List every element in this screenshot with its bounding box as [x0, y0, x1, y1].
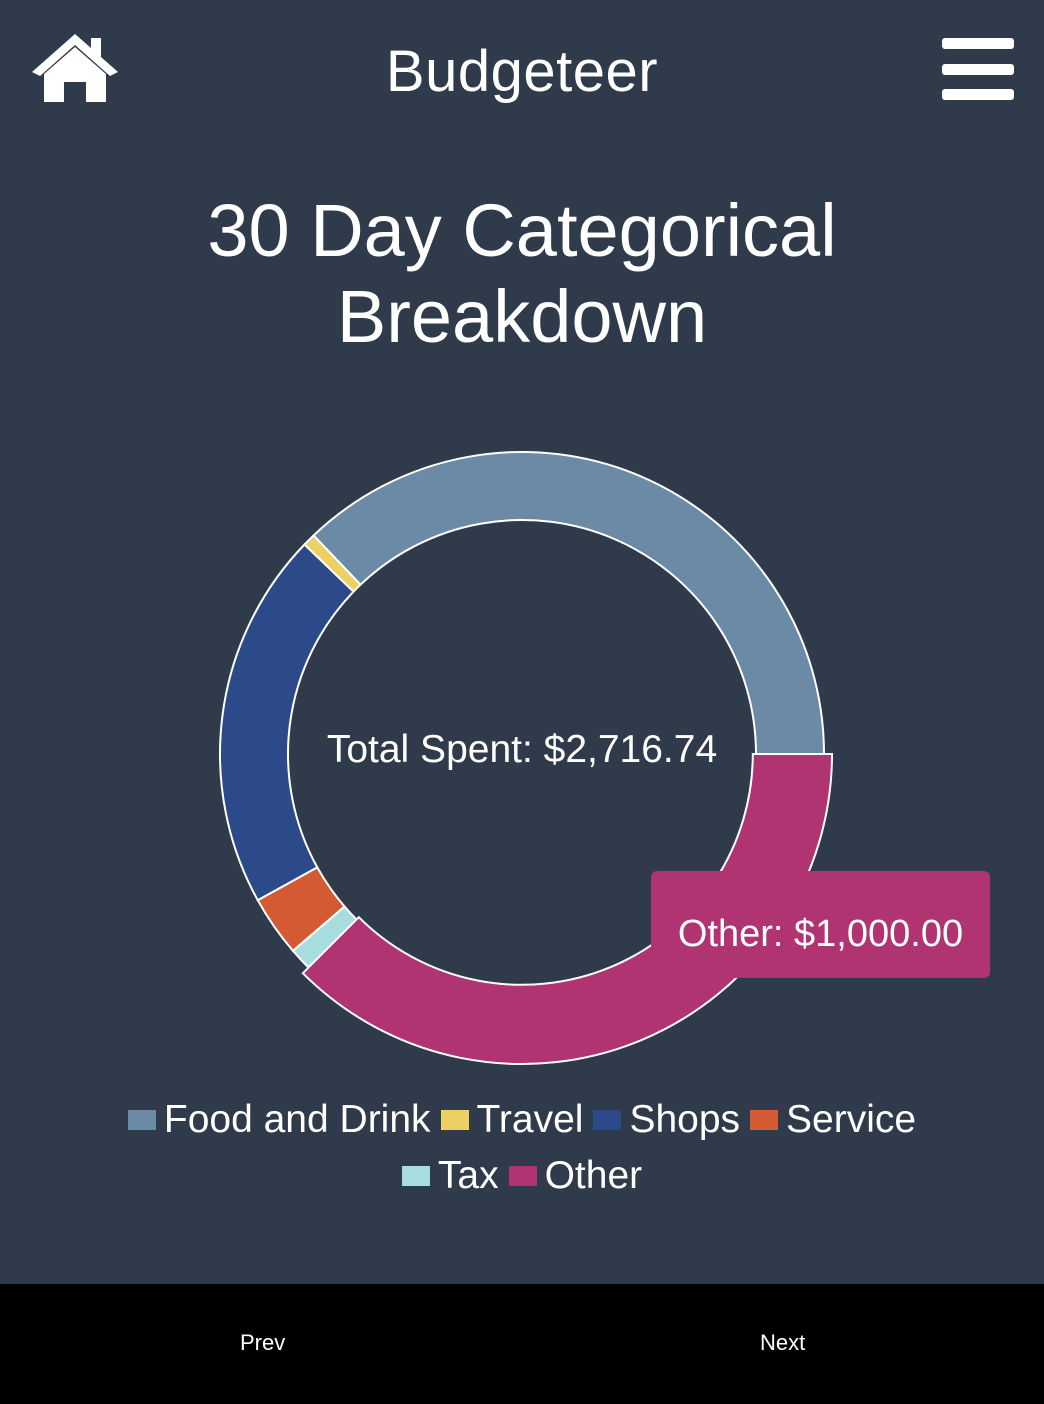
legend-swatch: [440, 1110, 469, 1130]
legend-label: Tax: [437, 1154, 499, 1197]
legend-row: Food and Drink Travel Shops Service: [0, 1092, 1044, 1148]
app-header: Budgeteer: [0, 0, 1044, 140]
legend-item-tax[interactable]: Tax: [401, 1148, 499, 1204]
legend-item-service[interactable]: Service: [750, 1092, 916, 1148]
legend-label: Other: [544, 1154, 643, 1197]
chart-tooltip: Other: $1,000.00: [651, 871, 990, 978]
page-title: 30 Day Categorical Breakdown: [0, 188, 1044, 360]
legend-swatch: [593, 1110, 622, 1130]
prev-button[interactable]: Prev: [240, 1330, 285, 1356]
page-title-text: 30 Day Categorical Breakdown: [207, 189, 837, 358]
legend-item-food-and-drink[interactable]: Food and Drink: [127, 1092, 431, 1148]
next-button[interactable]: Next: [760, 1330, 805, 1356]
legend-swatch: [401, 1166, 430, 1186]
legend-swatch: [750, 1110, 779, 1130]
legend-item-travel[interactable]: Travel: [440, 1092, 584, 1148]
legend-label: Service: [786, 1098, 917, 1141]
slice-shops[interactable]: [219, 543, 355, 902]
legend-label: Food and Drink: [163, 1098, 431, 1141]
slice-food-and-drink[interactable]: [312, 451, 826, 755]
total-spent-label: Total Spent: $2,716.74: [326, 728, 718, 771]
footer-nav: Prev Next: [0, 1284, 1044, 1404]
legend-swatch: [127, 1110, 156, 1130]
legend-row: Tax Other: [0, 1148, 1044, 1204]
doughnut-chart: Total Spent: $2,716.74 Other: $1,000.00: [0, 420, 1044, 1100]
legend-item-other[interactable]: Other: [508, 1148, 643, 1204]
app-title: Budgeteer: [385, 39, 659, 104]
hamburger-menu-icon[interactable]: [942, 36, 1016, 102]
legend-label: Travel: [476, 1098, 584, 1141]
legend-swatch: [508, 1166, 537, 1186]
legend-label: Shops: [629, 1098, 741, 1141]
chart-legend: Food and Drink Travel Shops Service Tax Othe…: [0, 1092, 1044, 1204]
legend-item-shops[interactable]: Shops: [593, 1092, 740, 1148]
